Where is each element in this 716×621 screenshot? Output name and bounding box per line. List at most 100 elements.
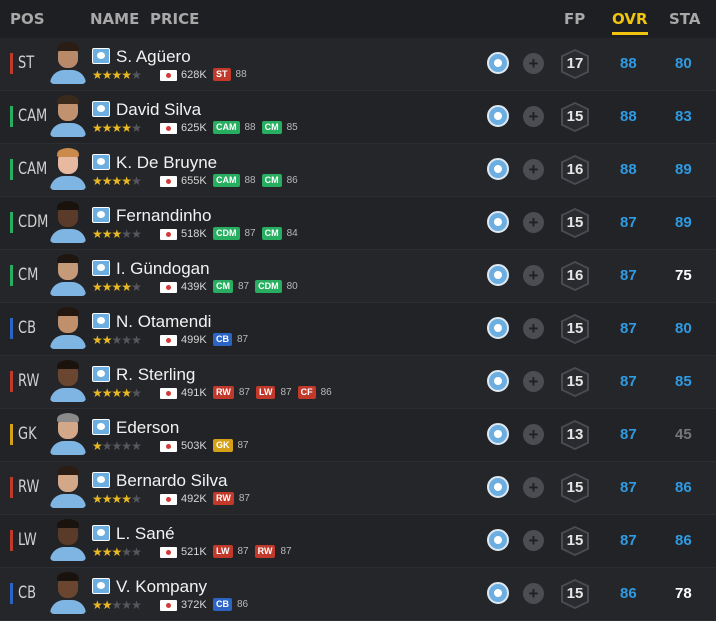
position-badge: CM <box>261 227 282 240</box>
player-position: RW <box>18 477 40 497</box>
add-player-button[interactable]: + <box>523 318 544 339</box>
manchester-city-crest-icon[interactable] <box>487 370 509 392</box>
player-row[interactable]: RW Bernardo Silva ★★★★★ 492K RW 87 +15 87 86 <box>0 462 716 515</box>
player-name[interactable]: S. Agüero <box>116 47 191 67</box>
player-row[interactable]: CAM K. De Bruyne ★★★★★ 655K CAM 88 CM 86 +16 88 89 <box>0 144 716 197</box>
club-crest-icon <box>92 419 110 435</box>
manchester-city-crest-icon[interactable] <box>487 529 509 551</box>
avatar-hair <box>57 360 79 369</box>
player-name[interactable]: I. Gündogan <box>116 259 210 279</box>
player-row[interactable]: LW L. Sané ★★★★★ 521K LW 87 RW 87 +15 87 86 <box>0 515 716 568</box>
position-rating: 88 <box>235 69 247 80</box>
star-icon: ★ <box>131 227 142 241</box>
add-player-button[interactable]: + <box>523 477 544 498</box>
player-avatar[interactable] <box>50 307 86 349</box>
player-name[interactable]: Fernandinho <box>116 206 211 226</box>
sta-value: 86 <box>675 479 692 496</box>
manchester-city-crest-icon[interactable] <box>487 158 509 180</box>
star-icon: ★ <box>111 598 123 612</box>
position-badges: RW 87 LW 87 CF 86 <box>213 386 335 399</box>
star-rating: ★★★★★ <box>92 546 142 558</box>
fp-badge: 15 <box>561 579 589 609</box>
star-icon: ★ <box>111 333 123 347</box>
star-icon: ★ <box>92 121 103 135</box>
manchester-city-crest-icon[interactable] <box>487 476 509 498</box>
player-row[interactable]: CDM Fernandinho ★★★★★ 518K CDM 87 CM 84 +15 87 89 <box>0 197 716 250</box>
player-avatar[interactable] <box>50 519 86 561</box>
player-name[interactable]: David Silva <box>116 100 201 120</box>
add-player-button[interactable]: + <box>523 53 544 74</box>
manchester-city-crest-icon[interactable] <box>487 317 509 339</box>
player-name[interactable]: K. De Bruyne <box>116 153 217 173</box>
sta-value: 86 <box>675 532 692 549</box>
player-name[interactable]: L. Sané <box>116 524 175 544</box>
player-avatar[interactable] <box>50 42 86 84</box>
player-row[interactable]: CB N. Otamendi ★★★★★ 499K CB 87 +15 87 80 <box>0 303 716 356</box>
column-header-sta[interactable]: STA <box>669 10 700 28</box>
player-name[interactable]: N. Otamendi <box>116 312 211 332</box>
player-avatar[interactable] <box>50 148 86 190</box>
add-player-button[interactable]: + <box>523 371 544 392</box>
player-avatar[interactable] <box>50 254 86 296</box>
player-row[interactable]: CM I. Gündogan ★★★★★ 439K CM 87 CDM 80 +16 87 75 <box>0 250 716 303</box>
manchester-city-crest-icon[interactable] <box>487 211 509 233</box>
manchester-city-crest-icon[interactable] <box>487 582 509 604</box>
player-row[interactable]: GK Ederson ★★★★★ 503K GK 87 +13 87 45 <box>0 409 716 462</box>
add-player-button[interactable]: + <box>523 212 544 233</box>
player-name[interactable]: R. Sterling <box>116 365 195 385</box>
player-name[interactable]: Bernardo Silva <box>116 471 228 491</box>
player-price: 628K <box>181 69 207 81</box>
position-badges: CM 87 CDM 80 <box>213 280 301 293</box>
star-icon: ★ <box>111 68 123 82</box>
fp-badge: 15 <box>561 314 589 344</box>
position-badge: CM <box>213 280 233 293</box>
fp-badge: 17 <box>561 49 589 79</box>
add-player-button[interactable]: + <box>523 106 544 127</box>
star-icon: ★ <box>101 333 113 347</box>
add-player-button[interactable]: + <box>523 583 544 604</box>
position-badge: RW <box>254 545 276 558</box>
add-player-button[interactable]: + <box>523 424 544 445</box>
player-row[interactable]: CB V. Kompany ★★★★★ 372K CB 86 +15 86 78 <box>0 568 716 621</box>
player-name[interactable]: V. Kompany <box>116 577 207 597</box>
south-korea-flag-icon <box>160 123 177 134</box>
player-row[interactable]: CAM David Silva ★★★★★ 625K CAM 88 CM 85 +15 88 83 <box>0 91 716 144</box>
fp-badge: 15 <box>561 208 589 238</box>
player-row[interactable]: RW R. Sterling ★★★★★ 491K RW 87 LW 87 CF 86 +15 87 8… <box>0 356 716 409</box>
player-row[interactable]: ST S. Agüero ★★★★★ 628K ST 88 +17 88 80 <box>0 38 716 91</box>
club-crest-icon <box>92 366 110 382</box>
column-header-pos[interactable]: POS <box>10 10 45 28</box>
position-color-bar <box>10 424 13 445</box>
avatar-shirt <box>50 441 86 455</box>
add-player-button[interactable]: + <box>523 159 544 180</box>
star-icon: ★ <box>101 68 113 82</box>
star-icon: ★ <box>121 280 132 294</box>
player-avatar[interactable] <box>50 360 86 402</box>
manchester-city-crest-icon[interactable] <box>487 264 509 286</box>
manchester-city-crest-icon[interactable] <box>487 52 509 74</box>
column-header-ovr[interactable]: OVR <box>612 10 648 35</box>
manchester-city-crest-icon[interactable] <box>487 105 509 127</box>
column-header-name[interactable]: NAME <box>90 10 139 28</box>
avatar-hair <box>57 307 79 316</box>
manchester-city-crest-icon[interactable] <box>487 423 509 445</box>
player-avatar[interactable] <box>50 95 86 137</box>
plus-icon: + <box>528 531 539 550</box>
player-name[interactable]: Ederson <box>116 418 179 438</box>
position-badge: CB <box>213 333 232 346</box>
ovr-value: 88 <box>620 108 637 125</box>
player-avatar[interactable] <box>50 572 86 614</box>
player-avatar[interactable] <box>50 201 86 243</box>
position-badge: CM <box>261 121 282 134</box>
column-header-fp[interactable]: FP <box>564 10 585 28</box>
avatar-shirt <box>50 282 86 296</box>
player-avatar[interactable] <box>50 466 86 508</box>
player-list: ST S. Agüero ★★★★★ 628K ST 88 +17 88 80 CAM David … <box>0 38 716 621</box>
add-player-button[interactable]: + <box>523 530 544 551</box>
ovr-value: 87 <box>620 320 637 337</box>
star-icon: ★ <box>131 68 142 82</box>
star-icon: ★ <box>121 121 132 135</box>
player-avatar[interactable] <box>50 413 86 455</box>
column-header-price[interactable]: PRICE <box>150 10 199 28</box>
add-player-button[interactable]: + <box>523 265 544 286</box>
